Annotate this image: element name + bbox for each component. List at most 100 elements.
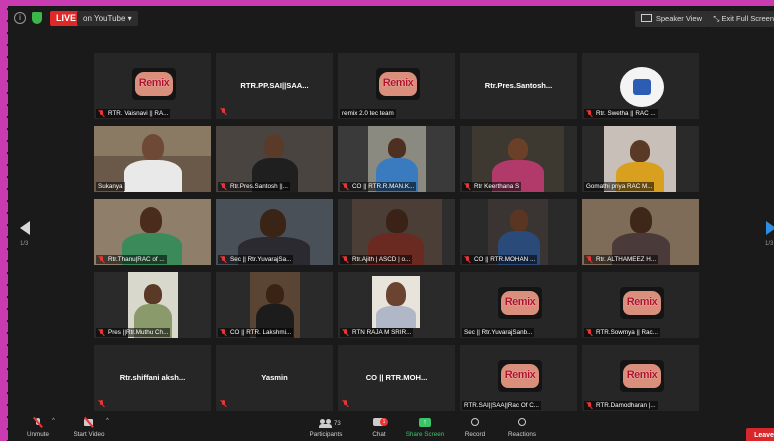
participant-name: Rtr. Swetha || RAC ... xyxy=(584,109,658,118)
unmute-label: Unmute xyxy=(26,431,50,438)
mic-muted-icon xyxy=(220,256,227,263)
participant-name-center: RTR.PP.SAI||SAA... xyxy=(240,81,309,90)
exit-full-screen-button[interactable]: ⤡ Exit Full Screen xyxy=(707,11,774,27)
next-page-arrow[interactable] xyxy=(766,221,774,235)
participant-name: CO || RTR.MOHAN ... xyxy=(462,255,538,264)
info-icon[interactable]: i xyxy=(14,12,26,24)
participant-tile[interactable]: CO || RTR.MOH... xyxy=(338,345,455,411)
participant-name: Pres ||Rtr.Muthu Ch... xyxy=(96,328,171,337)
shield-icon[interactable] xyxy=(32,12,42,24)
participant-tile[interactable]: Rtr. Swetha || RAC ... xyxy=(582,53,699,119)
participant-face xyxy=(630,207,652,233)
mic-muted-icon xyxy=(342,256,349,263)
page-indicator-right: 1/3 xyxy=(765,241,774,247)
previous-page-arrow[interactable] xyxy=(20,221,30,235)
participant-video-tile[interactable]: Rtr.Thanu|RAC of ... xyxy=(94,199,211,265)
participant-name: Sukanya xyxy=(96,182,125,191)
participant-name: Sec || Rtr.YuvarajSanb... xyxy=(462,328,535,337)
youtube-label: on YouTube xyxy=(83,14,126,23)
mic-muted-icon xyxy=(586,256,593,263)
participants-icon xyxy=(319,418,333,428)
participants-label: Participants xyxy=(309,431,343,438)
participant-face xyxy=(266,284,284,304)
exit-full-screen-label: Exit Full Screen xyxy=(721,14,774,23)
participant-name: CO || RTR. Lakshmi... xyxy=(218,328,294,337)
leave-button[interactable]: Leave xyxy=(746,428,774,441)
participant-tile[interactable]: Remix RTR.Sowmya || Rac... xyxy=(582,272,699,338)
mic-muted-icon xyxy=(220,329,227,336)
video-camera-off-icon xyxy=(82,417,96,428)
reactions-button[interactable]: Reactions xyxy=(502,418,542,438)
meeting-toolbar: Unmute ^ Start Video ^ Participants 73 C… xyxy=(8,417,774,441)
participant-video-tile[interactable]: Rtr. ALTHAMEEZ H... xyxy=(582,199,699,265)
participant-face xyxy=(142,134,164,160)
participant-video-tile[interactable]: Sec || Rtr.YuvarajSa... xyxy=(216,199,333,265)
speaker-view-icon xyxy=(640,14,652,22)
microphone-muted-icon xyxy=(31,417,45,428)
start-video-label: Start Video xyxy=(73,431,105,438)
participant-video-tile[interactable]: Rtr Keerthana S xyxy=(460,126,577,192)
mic-muted-icon xyxy=(586,110,593,117)
participant-tile[interactable]: Remix RTR. Vaisnavi || RA... xyxy=(94,53,211,119)
participants-count: 73 xyxy=(334,421,341,427)
mic-muted-icon xyxy=(342,329,349,336)
remix-logo: Remix xyxy=(498,360,542,392)
participant-video-tile[interactable]: Sukanya xyxy=(94,126,211,192)
participant-name: RTR. Vaisnavi || RA... xyxy=(96,109,171,118)
participant-video-tile-active-speaker[interactable]: Rtr.Pres.Santosh ||... xyxy=(216,126,333,192)
participant-name: Gomathi priya RAC M... xyxy=(584,182,655,191)
participant-name: remix 2.0 tec team xyxy=(340,109,396,118)
share-screen-button[interactable]: ↑ Share Screen xyxy=(402,418,448,438)
participant-tile[interactable]: Remix Sec || Rtr.YuvarajSanb... xyxy=(460,272,577,338)
mic-muted-icon xyxy=(220,400,227,407)
zoom-meeting-window: i LIVE on YouTube ▾ Speaker View ⤡ Exit … xyxy=(8,6,774,441)
participant-name-center: CO || RTR.MOH... xyxy=(365,373,428,382)
participant-name: Rtr.Ajith | ASCD | o... xyxy=(340,255,413,264)
chat-unread-badge: 1 xyxy=(380,418,388,426)
participant-tile[interactable]: Remix RTR.Damodharan |... xyxy=(582,345,699,411)
chat-label: Chat xyxy=(372,431,386,438)
participant-video-tile[interactable]: CO || RTR.R.MAN.K... xyxy=(338,126,455,192)
smiley-icon xyxy=(515,418,529,428)
remix-logo: Remix xyxy=(620,360,664,392)
participant-name: RTN RAJA M SRIR... xyxy=(340,328,414,337)
mic-muted-icon xyxy=(98,329,105,336)
participant-name: Rtr. ALTHAMEEZ H... xyxy=(584,255,659,264)
participant-name: Rtr.Thanu|RAC of ... xyxy=(96,255,167,264)
participant-tile[interactable]: Rtr.shiffani aksh... xyxy=(94,345,211,411)
speaker-view-label: Speaker View xyxy=(655,14,702,23)
participant-face xyxy=(386,209,408,233)
share-screen-icon: ↑ xyxy=(418,418,432,428)
chevron-up-icon[interactable]: ^ xyxy=(52,418,55,424)
participant-face xyxy=(264,134,284,158)
participant-video-tile[interactable]: CO || RTR.MOHAN ... xyxy=(460,199,577,265)
participant-name: Sec || Rtr.YuvarajSa... xyxy=(218,255,294,264)
participant-tile[interactable]: Remix RTR.SAI||SAA||Rac Of C... xyxy=(460,345,577,411)
share-screen-label: Share Screen xyxy=(405,431,445,438)
participant-name: CO || RTR.R.MAN.K... xyxy=(340,182,417,191)
participant-tile[interactable]: RTR.PP.SAI||SAA... xyxy=(216,53,333,119)
exit-full-screen-icon: ⤡ xyxy=(713,14,720,23)
mic-muted-icon xyxy=(220,108,227,115)
participant-video-tile[interactable]: Rtr.Ajith | ASCD | o... xyxy=(338,199,455,265)
participant-tile[interactable]: Rtr.Pres.Santosh... xyxy=(460,53,577,119)
participant-name: Rtr.Pres.Santosh ||... xyxy=(218,182,290,191)
participant-video-tile[interactable]: Pres ||Rtr.Muthu Ch... xyxy=(94,272,211,338)
participant-name: RTR.Damodharan |... xyxy=(584,401,658,410)
mic-muted-icon xyxy=(98,110,105,117)
speaker-view-button[interactable]: Speaker View xyxy=(634,11,708,27)
mic-muted-icon xyxy=(464,256,471,263)
participant-video-tile[interactable]: Gomathi priya RAC M... xyxy=(582,126,699,192)
mic-muted-icon xyxy=(98,400,105,407)
chat-button[interactable]: Chat xyxy=(364,418,394,438)
participant-tile[interactable]: Yasmin xyxy=(216,345,333,411)
rotaract-club-logo xyxy=(620,67,664,107)
youtube-stream-dropdown[interactable]: on YouTube ▾ xyxy=(77,11,138,26)
participant-tile[interactable]: Remix remix 2.0 tec team xyxy=(338,53,455,119)
participant-video-tile[interactable]: CO || RTR. Lakshmi... xyxy=(216,272,333,338)
mic-muted-icon xyxy=(342,400,349,407)
participant-name-center: Yasmin xyxy=(261,373,288,382)
chevron-up-icon[interactable]: ^ xyxy=(106,418,109,424)
record-button[interactable]: Record xyxy=(460,418,490,438)
participant-video-tile[interactable]: RTN RAJA M SRIR... xyxy=(338,272,455,338)
